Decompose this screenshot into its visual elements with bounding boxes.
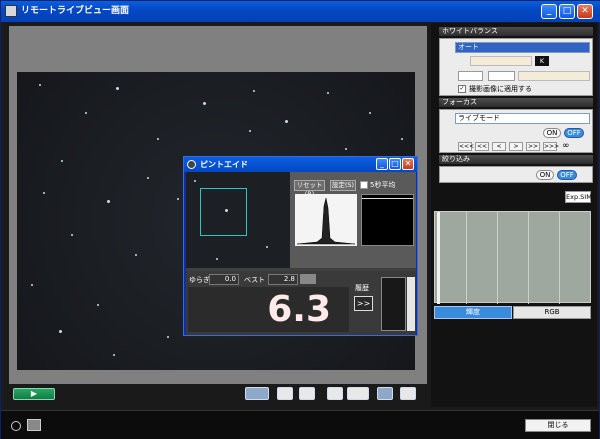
camera-icon xyxy=(27,419,41,431)
zoom-icon[interactable] xyxy=(400,387,416,400)
apply-checkbox[interactable]: ✓ xyxy=(458,85,466,93)
best-indicator xyxy=(300,274,316,284)
star-profile-graph xyxy=(295,194,357,246)
focus-aid-readout: ゆらぎ 0.0 ベスト 2.8 6.3 履歴 >> xyxy=(186,271,416,335)
shoot-button[interactable]: ▶ xyxy=(13,388,55,400)
zoom-level-select[interactable] xyxy=(245,387,269,400)
grid-button[interactable] xyxy=(327,387,343,400)
maximize-button[interactable]: □ xyxy=(559,4,575,19)
rotate-right-button[interactable] xyxy=(299,387,315,400)
wb-shift-value xyxy=(518,71,590,81)
histogram-rgb-tab[interactable]: RGB xyxy=(513,306,591,319)
focus-far-large-button[interactable]: >>> xyxy=(543,142,559,151)
aperture-on-toggle[interactable]: ON xyxy=(536,170,554,180)
focus-near-medium-button[interactable]: << xyxy=(475,142,489,151)
fluctuation-value: 0.0 xyxy=(209,274,239,285)
aperture-off-toggle[interactable]: OFF xyxy=(557,170,577,180)
focus-near-small-button[interactable]: < xyxy=(492,142,506,151)
aperture-heading: 絞り込み xyxy=(439,155,593,164)
live-view-toolbar: ▶ xyxy=(9,387,427,403)
focus-history-graph xyxy=(361,194,414,246)
minimize-button[interactable]: _ xyxy=(541,4,557,19)
aspect-select[interactable] xyxy=(347,387,369,400)
eyedropper-icon[interactable] xyxy=(458,71,483,81)
histogram-luminance-tab[interactable]: 輝度 xyxy=(434,306,512,319)
history-expand-button[interactable]: >> xyxy=(354,296,373,311)
white-balance-heading: ホワイトバランス xyxy=(439,27,593,36)
footer-bar xyxy=(1,410,599,439)
star-profile-plot xyxy=(296,197,356,245)
avg-checkbox[interactable] xyxy=(360,181,368,189)
reset-button[interactable]: リセット(R) xyxy=(294,180,325,198)
focus-value: 6.3 xyxy=(188,287,349,332)
fluctuation-label: ゆらぎ xyxy=(189,276,210,284)
focus-aid-controls: リセット(R) 設定(S) 5秒平均 xyxy=(290,172,416,268)
focus-aid-close-button[interactable]: ✕ xyxy=(402,158,414,170)
focus-mode-select[interactable]: ライブモード xyxy=(455,113,590,124)
focus-aid-minimize-button[interactable]: _ xyxy=(376,158,388,170)
apply-label: 撮影画像に適用する xyxy=(469,85,532,93)
remote-live-view-window: リモートライブビュー画面 _ □ ✕ ピントエイド _ □ ✕ リセット 設定(… xyxy=(0,0,600,439)
history-label: 履歴 xyxy=(355,284,369,292)
status-icon xyxy=(11,421,21,431)
histogram-toggle-button[interactable] xyxy=(377,387,393,400)
infinity-icon[interactable]: ∞ xyxy=(562,141,570,151)
focus-off-toggle[interactable]: OFF xyxy=(564,128,584,138)
history-list xyxy=(381,277,406,331)
close-button[interactable]: 閉じる xyxy=(525,419,591,432)
white-balance-select[interactable]: オート xyxy=(455,42,590,53)
focus-panel: ライブモード ON OFF <<< << < > >> >>> ∞ xyxy=(439,109,593,153)
focus-on-toggle[interactable]: ON xyxy=(543,128,561,138)
aperture-panel: ON OFF xyxy=(439,166,593,183)
kelvin-unit: K xyxy=(535,56,549,66)
focus-heading: フォーカス xyxy=(439,98,593,107)
wb-shift-select[interactable] xyxy=(488,71,515,81)
white-balance-panel: オート K ✓ 撮影画像に適用する xyxy=(439,38,593,96)
focus-aid-icon xyxy=(187,160,196,169)
settings-button[interactable]: 設定(S) xyxy=(330,180,356,191)
focus-aid-title: ピントエイド xyxy=(200,160,248,169)
focus-aid-maximize-button[interactable]: □ xyxy=(389,158,401,170)
best-label: ベスト xyxy=(244,276,266,284)
close-window-button[interactable]: ✕ xyxy=(577,4,593,19)
focus-aid-title-bar: ピントエイド _ □ ✕ xyxy=(184,157,417,172)
history-scrollbar[interactable] xyxy=(407,277,415,331)
app-icon xyxy=(5,5,17,17)
focus-near-large-button[interactable]: <<< xyxy=(458,142,474,151)
focus-far-medium-button[interactable]: >> xyxy=(526,142,540,151)
focus-aid-body: リセット(R) 設定(S) 5秒平均 ゆらぎ 0.0 ベスト 2.8 xyxy=(186,172,416,335)
exposure-simulation-badge: Exp.SIM xyxy=(565,191,592,203)
rotate-left-button[interactable] xyxy=(277,387,293,400)
avg-label: 5秒平均 xyxy=(370,181,396,189)
focus-aid-thumbnail xyxy=(186,172,290,268)
kelvin-input[interactable] xyxy=(470,56,532,66)
window-title: リモートライブビュー画面 xyxy=(21,6,130,16)
histogram xyxy=(434,211,591,304)
focus-aid-window: ピントエイド _ □ ✕ リセット(R) 設定(S) 5秒平均 xyxy=(183,156,418,336)
title-bar: リモートライブビュー画面 _ □ ✕ xyxy=(1,1,600,22)
best-value: 2.8 xyxy=(268,274,298,285)
focus-target-box[interactable] xyxy=(200,188,247,236)
focus-far-small-button[interactable]: > xyxy=(509,142,523,151)
